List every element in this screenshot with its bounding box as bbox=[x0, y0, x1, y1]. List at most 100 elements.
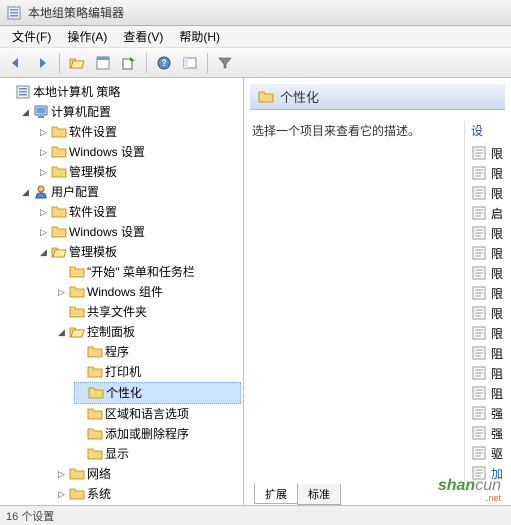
tree-printers[interactable]: ▷ 打印机 bbox=[74, 362, 241, 382]
menubar: 文件(F) 操作(A) 查看(V) 帮助(H) bbox=[0, 26, 511, 48]
folder-open-icon bbox=[69, 324, 85, 340]
details-tabs: 扩展 标准 bbox=[244, 483, 511, 505]
tab-standard[interactable]: 标准 bbox=[297, 484, 341, 505]
list-item[interactable]: 限 bbox=[471, 303, 503, 323]
tree-user-config[interactable]: ◢ 用户配置 bbox=[20, 182, 241, 202]
list-item[interactable]: 限 bbox=[471, 323, 503, 343]
tree-shared-folders[interactable]: ▷ 共享文件夹 bbox=[56, 302, 241, 322]
list-item[interactable]: 阻 bbox=[471, 343, 503, 363]
details-description: 选择一个项目来查看它的描述。 bbox=[252, 122, 452, 483]
list-item[interactable]: 驱 bbox=[471, 443, 503, 463]
menu-file[interactable]: 文件(F) bbox=[4, 26, 59, 47]
tree-personalization[interactable]: ▷ 个性化 bbox=[74, 382, 241, 404]
collapse-icon[interactable]: ◢ bbox=[20, 107, 31, 118]
setting-item-icon bbox=[471, 385, 487, 401]
toolbar-up-button[interactable] bbox=[65, 51, 89, 75]
list-item[interactable]: 限 bbox=[471, 243, 503, 263]
tree-network[interactable]: ▷ 网络 bbox=[56, 464, 241, 484]
folder-closed-icon bbox=[69, 486, 85, 502]
setting-item-icon bbox=[471, 425, 487, 441]
tree-system[interactable]: ▷ 系统 bbox=[56, 484, 241, 504]
folder-closed-icon bbox=[87, 344, 103, 360]
tree-label: 个性化 bbox=[106, 383, 142, 403]
tab-extended[interactable]: 扩展 bbox=[254, 483, 298, 504]
tree-computer-config[interactable]: ◢ 计算机配置 bbox=[20, 102, 241, 122]
folder-closed-icon bbox=[258, 89, 274, 105]
tree-label: Windows 组件 bbox=[87, 282, 163, 302]
tree-uc-windows[interactable]: ▷ Windows 设置 bbox=[38, 222, 241, 242]
tree-cc-admin[interactable]: ▷ 管理模板 bbox=[38, 162, 241, 182]
settings-list[interactable]: 设 限限限启限限限限限限阻阻阻强强驱加 bbox=[464, 122, 503, 483]
toolbar bbox=[0, 48, 511, 78]
list-item-label: 限 bbox=[491, 245, 503, 262]
folder-closed-icon bbox=[51, 204, 67, 220]
column-header-setting[interactable]: 设 bbox=[471, 122, 503, 139]
folder-closed-icon bbox=[87, 406, 103, 422]
tree-display[interactable]: ▷ 显示 bbox=[74, 444, 241, 464]
list-item-label: 限 bbox=[491, 265, 503, 282]
collapse-icon[interactable]: ◢ bbox=[38, 247, 49, 258]
list-item[interactable]: 限 bbox=[471, 143, 503, 163]
tree-programs[interactable]: ▷ 程序 bbox=[74, 342, 241, 362]
list-item[interactable]: 限 bbox=[471, 163, 503, 183]
list-item[interactable]: 强 bbox=[471, 423, 503, 443]
tree-label: 控制面板 bbox=[87, 322, 135, 342]
policy-root-icon bbox=[15, 84, 31, 100]
tree-region-language[interactable]: ▷ 区域和语言选项 bbox=[74, 404, 241, 424]
toolbar-export-button[interactable] bbox=[117, 51, 141, 75]
expand-icon[interactable]: ▷ bbox=[56, 489, 67, 500]
tree-label: Windows 设置 bbox=[69, 222, 145, 242]
setting-item-icon bbox=[471, 285, 487, 301]
toolbar-show-button[interactable] bbox=[178, 51, 202, 75]
list-item-label: 阻 bbox=[491, 385, 503, 402]
tree-label: "开始" 菜单和任务栏 bbox=[87, 262, 195, 282]
list-item[interactable]: 限 bbox=[471, 283, 503, 303]
list-item[interactable]: 加 bbox=[471, 463, 503, 483]
collapse-icon[interactable]: ◢ bbox=[56, 327, 67, 338]
menu-help[interactable]: 帮助(H) bbox=[171, 26, 228, 47]
tree-cc-windows[interactable]: ▷ Windows 设置 bbox=[38, 142, 241, 162]
toolbar-separator bbox=[59, 53, 60, 73]
setting-item-icon bbox=[471, 185, 487, 201]
toolbar-separator bbox=[146, 53, 147, 73]
toolbar-help-button[interactable] bbox=[152, 51, 176, 75]
details-body: 选择一个项目来查看它的描述。 设 限限限启限限限限限限阻阻阻强强驱加 bbox=[244, 110, 511, 483]
expand-icon[interactable]: ▷ bbox=[38, 207, 49, 218]
list-item[interactable]: 阻 bbox=[471, 383, 503, 403]
list-item-label: 限 bbox=[491, 325, 503, 342]
list-item-label: 限 bbox=[491, 185, 503, 202]
tree-add-remove[interactable]: ▷ 添加或删除程序 bbox=[74, 424, 241, 444]
toolbar-properties-button[interactable] bbox=[91, 51, 115, 75]
folder-up-icon bbox=[69, 55, 85, 71]
folder-closed-icon bbox=[51, 124, 67, 140]
list-item[interactable]: 阻 bbox=[471, 363, 503, 383]
toolbar-back-button[interactable] bbox=[4, 51, 28, 75]
menu-view[interactable]: 查看(V) bbox=[115, 26, 171, 47]
setting-item-icon bbox=[471, 205, 487, 221]
tree-uc-admin[interactable]: ◢ 管理模板 bbox=[38, 242, 241, 262]
expand-icon[interactable]: ▷ bbox=[38, 147, 49, 158]
tree-pane[interactable]: ▶ 本地计算机 策略 ◢ 计算机配置 ▷ bbox=[0, 78, 244, 505]
list-item[interactable]: 限 bbox=[471, 263, 503, 283]
tree-root[interactable]: ▶ 本地计算机 策略 bbox=[2, 82, 241, 102]
expand-icon[interactable]: ▷ bbox=[56, 469, 67, 480]
list-item[interactable]: 强 bbox=[471, 403, 503, 423]
tree-win-components[interactable]: ▷ Windows 组件 bbox=[56, 282, 241, 302]
expand-icon[interactable]: ▷ bbox=[38, 227, 49, 238]
expand-icon[interactable]: ▷ bbox=[56, 287, 67, 298]
setting-item-icon bbox=[471, 465, 487, 481]
toolbar-filter-button[interactable] bbox=[213, 51, 237, 75]
list-item[interactable]: 限 bbox=[471, 183, 503, 203]
tree-uc-software[interactable]: ▷ 软件设置 bbox=[38, 202, 241, 222]
expand-icon[interactable]: ▷ bbox=[38, 127, 49, 138]
list-item[interactable]: 启 bbox=[471, 203, 503, 223]
folder-closed-icon bbox=[69, 304, 85, 320]
list-item[interactable]: 限 bbox=[471, 223, 503, 243]
expand-icon[interactable]: ▷ bbox=[38, 167, 49, 178]
menu-action[interactable]: 操作(A) bbox=[59, 26, 115, 47]
tree-start-taskbar[interactable]: ▷ "开始" 菜单和任务栏 bbox=[56, 262, 241, 282]
tree-cc-software[interactable]: ▷ 软件设置 bbox=[38, 122, 241, 142]
toolbar-forward-button[interactable] bbox=[30, 51, 54, 75]
collapse-icon[interactable]: ◢ bbox=[20, 187, 31, 198]
tree-control-panel[interactable]: ◢ 控制面板 bbox=[56, 322, 241, 342]
